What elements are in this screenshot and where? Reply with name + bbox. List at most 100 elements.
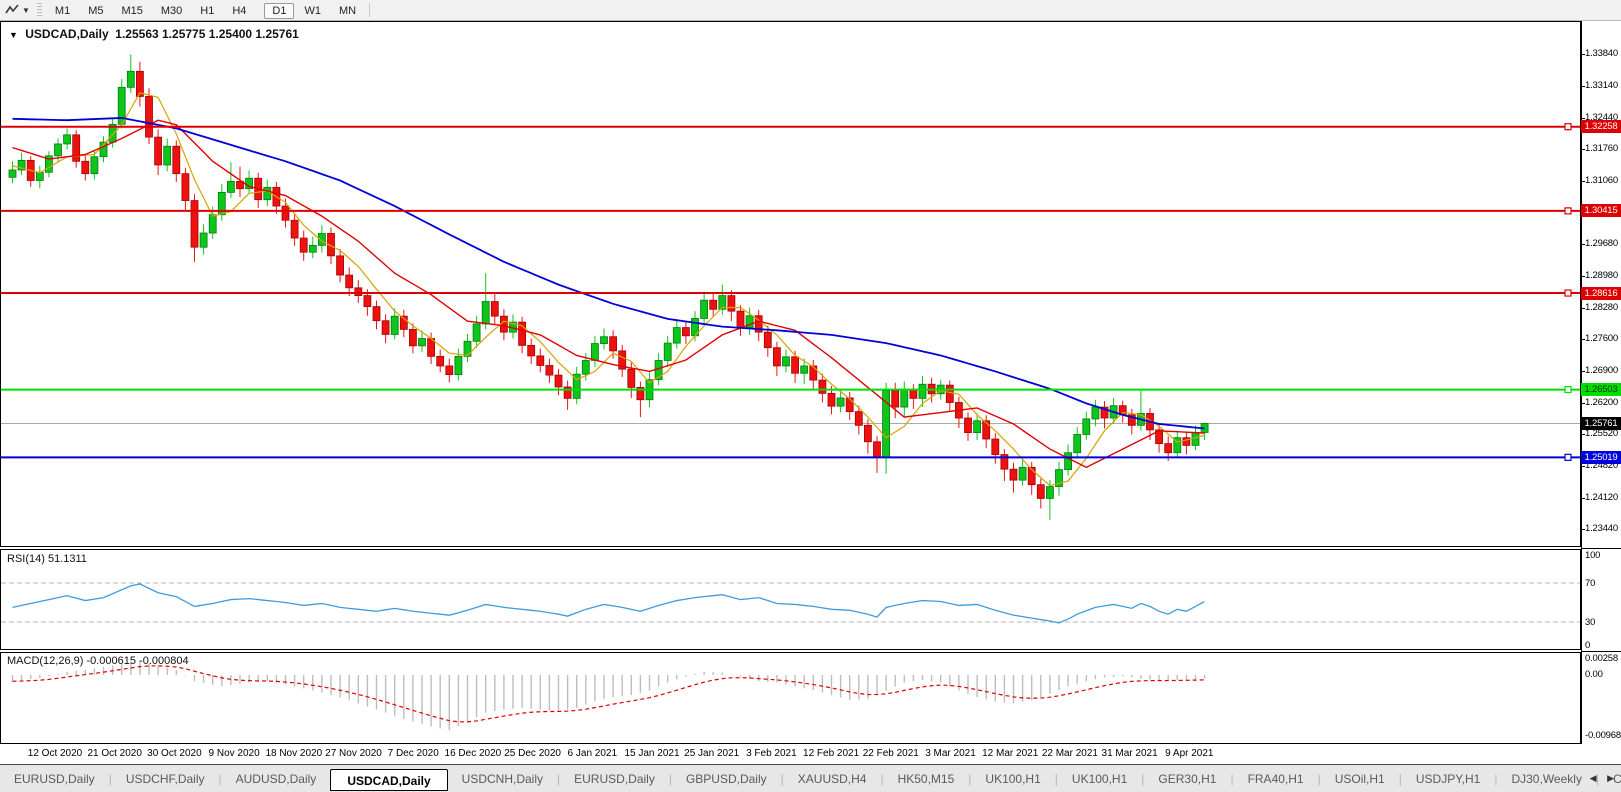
- price-tick-label: 1.27600: [1585, 333, 1618, 344]
- price-scale[interactable]: 1.338401.331401.324401.317601.310601.303…: [1581, 21, 1621, 744]
- chart-tab-eurusd-daily[interactable]: EURUSD,Daily: [0, 768, 109, 790]
- price-tick-label: 1.31060: [1585, 175, 1618, 186]
- tool-dropdown-caret-icon[interactable]: ▼: [22, 6, 30, 15]
- price-tick-label: 1.23440: [1585, 523, 1618, 534]
- date-tick-label: 3 Mar 2021: [925, 748, 976, 759]
- date-tick-label: 9 Nov 2020: [209, 748, 260, 759]
- rsi-indicator-window[interactable]: RSI(14) 51.1311: [0, 549, 1581, 650]
- chart-tab-bar: EURUSD,Daily|USDCHF,Daily|AUDUSD,DailyUS…: [0, 764, 1621, 792]
- date-tick-label: 16 Dec 2020: [445, 748, 502, 759]
- price-tick-label: 1.33140: [1585, 80, 1618, 91]
- rsi-axis-label: 70: [1585, 578, 1595, 589]
- tab-scroll-arrows: ◀ ▶: [1590, 773, 1618, 784]
- macd-axis-label: 0.00258: [1585, 653, 1618, 664]
- price-tick-label: 1.28980: [1585, 270, 1618, 281]
- polyline-tool-icon: [4, 3, 20, 17]
- time-scale[interactable]: 12 Oct 202021 Oct 202030 Oct 20209 Nov 2…: [0, 744, 1621, 764]
- date-tick-label: 25 Jan 2021: [684, 748, 739, 759]
- price-tick-label: 1.28280: [1585, 302, 1618, 313]
- chart-title: ▼ USDCAD,Daily 1.25563 1.25775 1.25400 1…: [9, 27, 299, 41]
- date-tick-label: 12 Oct 2020: [28, 748, 82, 759]
- hline-price-label: 1.28616: [1581, 287, 1621, 300]
- chart-tab-xauusd-h4[interactable]: XAUUSD,H4: [784, 768, 881, 790]
- chart-tabs: EURUSD,Daily|USDCHF,Daily|AUDUSD,DailyUS…: [0, 768, 1621, 791]
- price-tick-label: 1.33840: [1585, 48, 1618, 59]
- toolbar-separator: [369, 3, 370, 17]
- chart-tab-dj30-weekly[interactable]: DJ30,Weekly: [1497, 768, 1595, 790]
- price-tick-label: 1.24120: [1585, 492, 1618, 503]
- chart-tab-usdcad-daily[interactable]: USDCAD,Daily: [330, 769, 447, 791]
- candlestick-plot[interactable]: [1, 22, 1580, 546]
- macd-plot[interactable]: [1, 653, 1580, 743]
- scale-section-divider: [1581, 548, 1621, 549]
- timeframe-button-m15[interactable]: M15: [113, 3, 150, 19]
- chart-tab-uk100-h1[interactable]: UK100,H1: [1058, 768, 1141, 790]
- macd-label: MACD(12,26,9) -0.000615 -0.000804: [7, 655, 189, 667]
- chart-symbol-period: USDCAD,Daily: [25, 27, 108, 41]
- timeframe-toolbar: ▼ M1M5M15M30H1H4 D1W1MN: [0, 0, 1621, 21]
- timeframe-button-d1[interactable]: D1: [264, 3, 294, 19]
- chart-tab-audusd-daily[interactable]: AUDUSD,Daily: [222, 768, 331, 790]
- chart-tab-uk100-h1[interactable]: UK100,H1: [971, 768, 1054, 790]
- ma-fast-line: [13, 93, 1205, 486]
- date-tick-label: 22 Feb 2021: [863, 748, 919, 759]
- macd-axis-label: 0.00: [1585, 669, 1603, 680]
- hline-price-label: 1.30415: [1581, 204, 1621, 217]
- candles-group: [9, 54, 1208, 519]
- chart-tab-hk50-m15[interactable]: HK50,M15: [884, 768, 969, 790]
- timeframe-button-m5[interactable]: M5: [80, 3, 111, 19]
- timeframe-button-m30[interactable]: M30: [153, 3, 190, 19]
- tab-scroll-left-icon[interactable]: ◀: [1590, 773, 1601, 783]
- mt4-terminal: ▼ M1M5M15M30H1H4 D1W1MN ▼ USDCAD,Daily 1.…: [0, 0, 1621, 792]
- date-tick-label: 27 Nov 2020: [325, 748, 382, 759]
- rsi-axis-label: 100: [1585, 550, 1600, 561]
- line-tool-icon[interactable]: [4, 3, 20, 17]
- hline-handle[interactable]: [1565, 290, 1571, 296]
- rsi-axis-label: 30: [1585, 617, 1595, 628]
- tab-scroll-right-icon[interactable]: ▶: [1607, 773, 1618, 783]
- hline-handle[interactable]: [1565, 124, 1571, 130]
- date-tick-label: 12 Mar 2021: [982, 748, 1038, 759]
- date-tick-label: 18 Nov 2020: [265, 748, 322, 759]
- price-tick-label: 1.26900: [1585, 365, 1618, 376]
- chart-tab-usoil-h1[interactable]: USOil,H1: [1321, 768, 1399, 790]
- hline-handle[interactable]: [1565, 387, 1571, 393]
- timeframe-button-mn[interactable]: MN: [331, 3, 364, 19]
- price-tick-label: 1.25520: [1585, 428, 1618, 439]
- price-tick-label: 1.29680: [1585, 238, 1618, 249]
- chart-tab-usdjpy-h1[interactable]: USDJPY,H1: [1402, 768, 1494, 790]
- current-price-label: 1.25761: [1581, 417, 1621, 430]
- chart-tab-eurusd-daily[interactable]: EURUSD,Daily: [560, 768, 669, 790]
- chart-ohlc-values: 1.25563 1.25775 1.25400 1.25761: [115, 27, 299, 41]
- hline-price-label: 1.25019: [1581, 451, 1621, 464]
- chart-tab-fra40-h1[interactable]: FRA40,H1: [1234, 768, 1318, 790]
- toolbar-grip: [37, 3, 42, 17]
- price-chart-window[interactable]: ▼ USDCAD,Daily 1.25563 1.25775 1.25400 1…: [0, 21, 1581, 547]
- timeframe-button-m1[interactable]: M1: [47, 3, 78, 19]
- timeframe-button-h4[interactable]: H4: [224, 3, 254, 19]
- ma-slow-line: [13, 118, 1205, 429]
- timeframe-button-w1[interactable]: W1: [296, 3, 329, 19]
- date-tick-label: 7 Dec 2020: [388, 748, 439, 759]
- hline-handle[interactable]: [1565, 454, 1571, 460]
- rsi-plot[interactable]: [1, 550, 1580, 649]
- date-tick-label: 12 Feb 2021: [803, 748, 859, 759]
- date-tick-label: 6 Jan 2021: [568, 748, 618, 759]
- date-tick-label: 22 Mar 2021: [1042, 748, 1098, 759]
- chart-tab-usdcnh-daily[interactable]: USDCNH,Daily: [448, 768, 557, 790]
- chart-tab-usdchf-daily[interactable]: USDCHF,Daily: [112, 768, 219, 790]
- hline-handle[interactable]: [1565, 208, 1571, 214]
- timeframe-buttons: M1M5M15M30H1H4 D1W1MN: [46, 1, 365, 19]
- macd-histogram: [13, 661, 1205, 730]
- rsi-axis-label: 0: [1585, 640, 1590, 651]
- rsi-label: RSI(14) 51.1311: [7, 553, 87, 565]
- chart-tab-gbpusd-daily[interactable]: GBPUSD,Daily: [672, 768, 781, 790]
- date-tick-label: 31 Mar 2021: [1102, 748, 1158, 759]
- macd-indicator-window[interactable]: MACD(12,26,9) -0.000615 -0.000804: [0, 652, 1581, 744]
- timeframe-button-h1[interactable]: H1: [192, 3, 222, 19]
- title-marker-icon: ▼: [9, 30, 18, 40]
- chart-tab-ger30-h1[interactable]: GER30,H1: [1144, 768, 1230, 790]
- date-tick-label: 25 Dec 2020: [504, 748, 561, 759]
- price-tick-label: 1.31760: [1585, 143, 1618, 154]
- hline-price-label: 1.32258: [1581, 120, 1621, 133]
